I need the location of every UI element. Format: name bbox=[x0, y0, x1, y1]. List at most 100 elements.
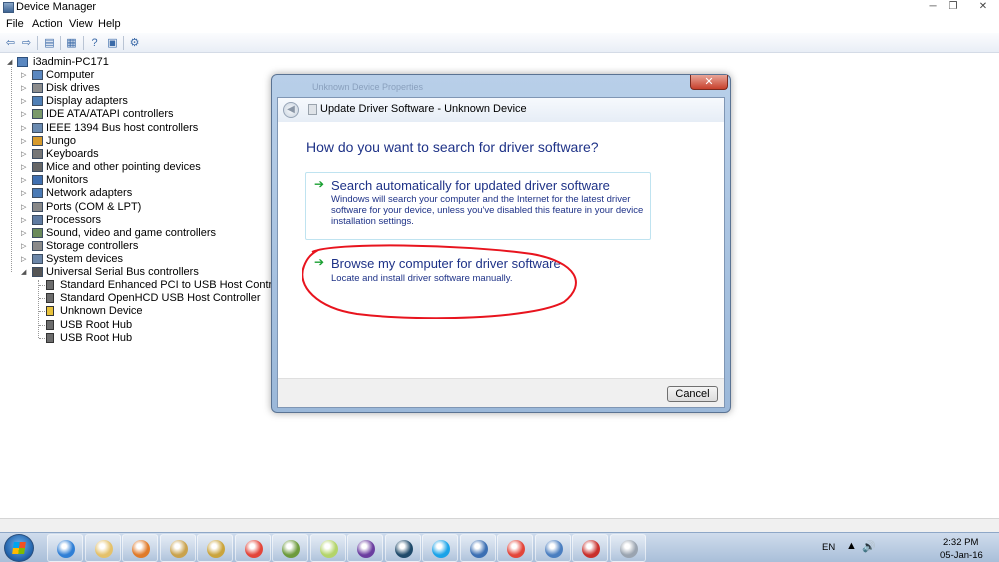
taskbar-folder-button[interactable] bbox=[309, 534, 346, 562]
tree-root[interactable]: ◢ i3admin-PC171 bbox=[5, 56, 125, 69]
tree-category-label: Universal Serial Bus controllers bbox=[46, 266, 199, 279]
menu-view[interactable]: View bbox=[69, 18, 93, 30]
menu-action[interactable]: Action bbox=[32, 18, 63, 30]
forward-arrow-icon[interactable]: ⇨ bbox=[19, 36, 34, 50]
dialog-close-button[interactable]: ✕ bbox=[690, 75, 728, 90]
usb-device-item[interactable]: Standard OpenHCD USB Host Controller bbox=[46, 292, 261, 305]
tree-category[interactable]: ▷ Storage controllers bbox=[18, 240, 218, 253]
taskbar-thunderbird-button[interactable] bbox=[459, 534, 496, 562]
taskbar-control-panel-button[interactable] bbox=[534, 534, 571, 562]
tree-category-label: Mice and other pointing devices bbox=[46, 161, 201, 174]
usb-device-item[interactable]: Standard Enhanced PCI to USB Host Contro… bbox=[46, 279, 293, 292]
close-button[interactable]: ✕ bbox=[974, 1, 992, 14]
expand-icon[interactable]: ▷ bbox=[21, 227, 29, 240]
tree-category[interactable]: ▷ Processors bbox=[18, 214, 218, 227]
file-explorer-icon bbox=[94, 540, 113, 558]
usb-device-item[interactable]: USB Root Hub bbox=[46, 319, 246, 332]
back-button[interactable]: ◀ bbox=[283, 102, 299, 118]
tree-category[interactable]: ▷ Computer bbox=[18, 69, 218, 82]
tree-category[interactable]: ▷ Display adapters bbox=[18, 95, 218, 108]
status-bar bbox=[0, 518, 999, 532]
taskbar-chrome-button[interactable] bbox=[234, 534, 271, 562]
expand-icon[interactable]: ▷ bbox=[21, 253, 29, 266]
device-manager-icon bbox=[3, 2, 14, 13]
expand-icon[interactable]: ▷ bbox=[21, 161, 29, 174]
taskbar-app-button[interactable] bbox=[384, 534, 421, 562]
tree-category[interactable]: ◢ Universal Serial Bus controllers bbox=[18, 266, 218, 279]
clock-time[interactable]: 2:32 PM bbox=[943, 537, 978, 548]
tree-category-label: Network adapters bbox=[46, 187, 133, 200]
paint-icon bbox=[169, 540, 188, 558]
category-icon bbox=[32, 109, 43, 120]
tree-category-label: IDE ATA/ATAPI controllers bbox=[46, 108, 174, 121]
expand-icon[interactable]: ▷ bbox=[21, 148, 29, 161]
windows-logo-icon bbox=[12, 542, 26, 554]
clock-date[interactable]: 05-Jan-16 bbox=[940, 550, 983, 561]
toolbox-icon bbox=[207, 540, 225, 558]
tree-category[interactable]: ▷ Keyboards bbox=[18, 148, 218, 161]
expand-icon[interactable]: ▷ bbox=[21, 69, 29, 82]
show-hide-console-tree-icon[interactable]: ▤ bbox=[42, 36, 57, 50]
usb-device-label: Standard Enhanced PCI to USB Host Contro… bbox=[60, 279, 293, 291]
tree-category[interactable]: ▷ Mice and other pointing devices bbox=[18, 161, 218, 174]
tree-category[interactable]: ▷ Ports (COM & LPT) bbox=[18, 201, 218, 214]
taskbar-music-button[interactable] bbox=[347, 534, 383, 562]
usb-icon bbox=[46, 319, 54, 330]
taskbar-media-player-button[interactable] bbox=[122, 534, 158, 562]
window-title: Device Manager bbox=[16, 1, 97, 13]
menu-bar: File Action View Help bbox=[0, 16, 999, 33]
expand-icon[interactable]: ▷ bbox=[21, 187, 29, 200]
usb-icon bbox=[46, 280, 54, 290]
properties-icon[interactable]: ▦ bbox=[64, 36, 79, 50]
usb-device-item[interactable]: Unknown Device bbox=[46, 305, 246, 318]
expand-icon[interactable]: ▷ bbox=[21, 240, 29, 253]
tree-category[interactable]: ▷ IEEE 1394 Bus host controllers bbox=[18, 122, 218, 135]
menu-file[interactable]: File bbox=[6, 18, 24, 30]
usb-device-item[interactable]: USB Root Hub bbox=[46, 332, 246, 345]
menu-help[interactable]: Help bbox=[98, 18, 121, 30]
tree-category[interactable]: ▷ Monitors bbox=[18, 174, 218, 187]
taskbar-usb-device-button[interactable] bbox=[609, 534, 646, 562]
expand-icon[interactable]: ▷ bbox=[21, 201, 29, 214]
expand-icon[interactable]: ▷ bbox=[21, 135, 29, 148]
tree-category[interactable]: ▷ IDE ATA/ATAPI controllers bbox=[18, 108, 218, 121]
expand-icon[interactable]: ▷ bbox=[21, 82, 29, 95]
taskbar-chrome-button[interactable] bbox=[497, 534, 533, 562]
language-indicator[interactable]: EN bbox=[822, 542, 835, 553]
maximize-button[interactable]: ❐ bbox=[944, 1, 962, 14]
taskbar: EN ▲ 🔊 2:32 PM 05-Jan-16 bbox=[0, 532, 999, 562]
taskbar-toolbox-button[interactable] bbox=[197, 534, 233, 562]
expand-icon[interactable]: ▷ bbox=[21, 95, 29, 108]
show-console-icon[interactable]: ▣ bbox=[105, 36, 120, 50]
search-automatically-option[interactable]: ➔ Search automatically for updated drive… bbox=[305, 172, 651, 240]
expand-icon[interactable]: ▷ bbox=[21, 214, 29, 227]
start-button[interactable] bbox=[4, 534, 34, 562]
scan-hardware-changes-icon[interactable]: ⚙ bbox=[127, 36, 142, 50]
cancel-button[interactable]: Cancel bbox=[667, 386, 718, 402]
expand-icon[interactable]: ▷ bbox=[21, 174, 29, 187]
tree-category-label: System devices bbox=[46, 253, 124, 266]
tree-category[interactable]: ▷ Disk drives bbox=[18, 82, 218, 95]
tree-category[interactable]: ▷ Sound, video and game controllers bbox=[18, 227, 218, 240]
taskbar-paint-button[interactable] bbox=[159, 534, 196, 562]
taskbar-file-explorer-button[interactable] bbox=[84, 534, 121, 562]
taskbar-tools-button[interactable] bbox=[272, 534, 308, 562]
toolbar-separator bbox=[123, 36, 124, 50]
tree-category[interactable]: ▷ System devices bbox=[18, 253, 218, 266]
collapse-icon[interactable]: ◢ bbox=[21, 266, 29, 279]
taskbar-toolkit-button[interactable] bbox=[572, 534, 608, 562]
volume-icon[interactable]: 🔊 bbox=[862, 540, 876, 553]
taskbar-internet-explorer-button[interactable] bbox=[47, 534, 83, 562]
category-icon bbox=[32, 188, 43, 199]
help-icon[interactable]: ? bbox=[87, 36, 102, 50]
show-hidden-icons[interactable]: ▲ bbox=[846, 540, 857, 552]
tree-category[interactable]: ▷ Jungo bbox=[18, 135, 218, 148]
category-icon bbox=[32, 227, 43, 238]
toolbar-separator bbox=[37, 36, 38, 50]
taskbar-skype-button[interactable] bbox=[422, 534, 458, 562]
minimize-button[interactable]: ─ bbox=[924, 1, 942, 14]
expand-icon[interactable]: ▷ bbox=[21, 108, 29, 121]
tree-category[interactable]: ▷ Network adapters bbox=[18, 187, 218, 200]
expand-icon[interactable]: ▷ bbox=[21, 122, 29, 135]
back-arrow-icon[interactable]: ⇦ bbox=[3, 36, 18, 50]
